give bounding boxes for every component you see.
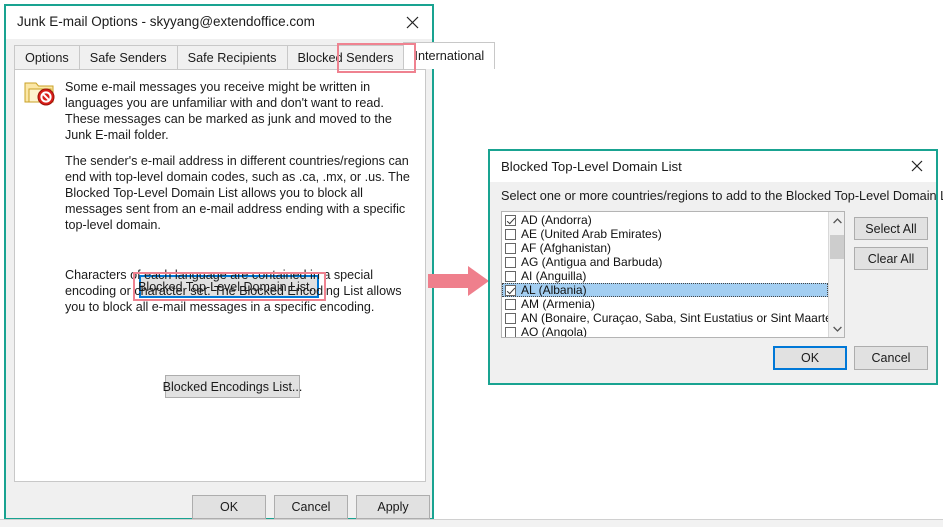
list-item-label: AF (Afghanistan) (521, 241, 612, 255)
dialog2-cancel-button[interactable]: Cancel (854, 346, 928, 370)
list-item[interactable]: AO (Angola) (502, 325, 828, 338)
list-item-label: AN (Bonaire, Curaçao, Saba, Sint Eustati… (521, 311, 843, 325)
list-item-label: AL (Albania) (521, 283, 587, 297)
checkbox-icon[interactable] (505, 326, 516, 337)
list-item-label: AG (Antigua and Barbuda) (521, 255, 663, 269)
chevron-down-icon[interactable] (829, 320, 844, 337)
close-icon-glyph (406, 16, 418, 28)
junk-email-options-dialog: Junk E-mail Options - skyyang@extendoffi… (4, 4, 496, 520)
list-item[interactable]: AN (Bonaire, Curaçao, Saba, Sint Eustati… (502, 311, 843, 325)
international-description-2: The sender's e-mail address in different… (65, 154, 410, 232)
tab-safe-recipients[interactable]: Safe Recipients (176, 45, 288, 69)
clear-all-button[interactable]: Clear All (854, 247, 928, 270)
checkbox-icon[interactable] (505, 270, 516, 282)
list-item-label: AM (Armenia) (521, 297, 596, 311)
checkbox-icon[interactable] (505, 214, 516, 226)
checkbox-icon[interactable] (505, 242, 516, 254)
blocked-folder-icon (23, 78, 59, 108)
country-region-listbox[interactable]: AD (Andorra) AE (United Arab Emirates) A… (501, 211, 845, 338)
tabstrip: Options Safe Senders Safe Recipients Blo… (14, 42, 496, 69)
list-item-selected[interactable]: AL (Albania) (502, 283, 828, 297)
list-item[interactable]: AE (United Arab Emirates) (502, 227, 828, 241)
country-region-list: AD (Andorra) AE (United Arab Emirates) A… (502, 212, 843, 338)
page-bottom-strip (0, 519, 943, 527)
list-item-label: AO (Angola) (521, 325, 588, 338)
right-arrow-annotation (428, 264, 490, 298)
international-tab-panel: Some e-mail messages you receive might b… (14, 69, 426, 482)
chevron-up-icon[interactable] (829, 212, 844, 229)
close-icon[interactable] (901, 153, 933, 179)
tab-international[interactable]: International (403, 42, 496, 69)
international-description-1: Some e-mail messages you receive might b… (65, 80, 392, 142)
checkbox-icon[interactable] (505, 256, 516, 268)
list-item[interactable]: AG (Antigua and Barbuda) (502, 255, 828, 269)
close-icon-glyph (911, 160, 923, 172)
close-icon[interactable] (394, 7, 430, 37)
list-item[interactable]: AM (Armenia) (502, 297, 828, 311)
select-all-button[interactable]: Select All (854, 217, 928, 240)
list-item-label: AE (United Arab Emirates) (521, 227, 662, 241)
checkbox-icon[interactable] (505, 284, 516, 296)
blocked-encodings-list-button[interactable]: Blocked Encodings List... (163, 375, 302, 398)
dialog2-instruction: Select one or more countries/regions to … (501, 189, 943, 203)
checkbox-icon[interactable] (505, 298, 516, 310)
dialog1-titlebar: Junk E-mail Options - skyyang@extendoffi… (6, 6, 432, 39)
blocked-top-level-domain-list-dialog: Blocked Top-Level Domain List Select one… (488, 149, 943, 385)
tab-safe-senders[interactable]: Safe Senders (78, 45, 178, 69)
listbox-scrollbar[interactable] (828, 212, 844, 337)
tab-blocked-senders[interactable]: Blocked Senders (286, 45, 405, 69)
list-item[interactable]: AF (Afghanistan) (502, 241, 828, 255)
dialog2-titlebar: Blocked Top-Level Domain List (490, 151, 936, 182)
list-item[interactable]: AI (Anguilla) (502, 269, 828, 283)
list-item-label: AI (Anguilla) (521, 269, 587, 283)
list-item[interactable]: AD (Andorra) (502, 213, 828, 227)
list-item-label: AD (Andorra) (521, 213, 592, 227)
scrollbar-thumb[interactable] (830, 235, 844, 259)
checkbox-icon[interactable] (505, 312, 516, 324)
dialog1-title: Junk E-mail Options - skyyang@extendoffi… (17, 14, 315, 29)
screenshot-root: Junk E-mail Options - skyyang@extendoffi… (0, 0, 943, 527)
tab-options[interactable]: Options (14, 45, 80, 69)
dialog2-title: Blocked Top-Level Domain List (501, 159, 682, 174)
checkbox-icon[interactable] (505, 228, 516, 240)
dialog1-ok-button[interactable]: OK (192, 495, 266, 519)
dialog2-ok-button[interactable]: OK (773, 346, 847, 370)
dialog1-apply-button[interactable]: Apply (356, 495, 430, 519)
dialog1-cancel-button[interactable]: Cancel (274, 495, 348, 519)
international-description-3: Characters of each language are containe… (65, 268, 402, 314)
